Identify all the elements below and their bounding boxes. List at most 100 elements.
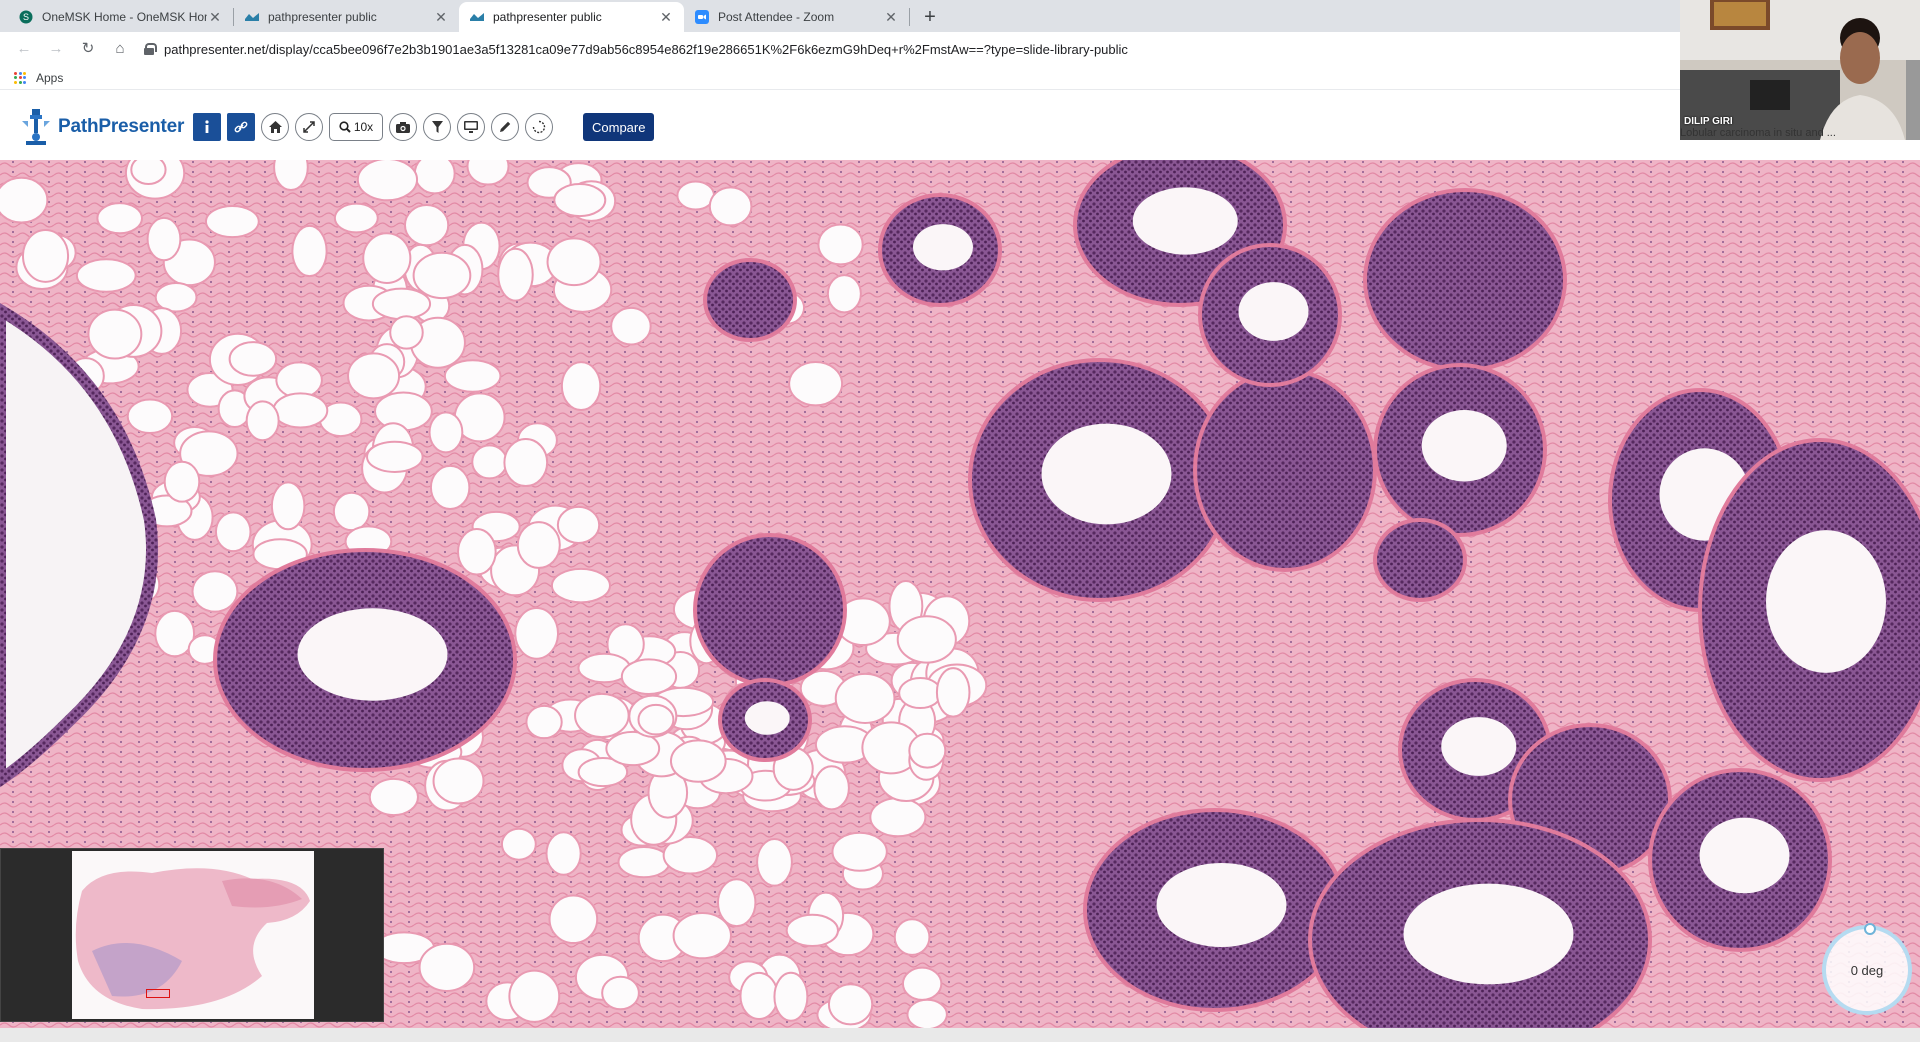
duct-lobule [1373, 363, 1547, 537]
annotate-button[interactable] [491, 113, 519, 141]
filter-button[interactable] [423, 113, 451, 141]
zoom-favicon-icon [694, 9, 710, 25]
duct-lobule [1648, 768, 1832, 952]
back-arrow-icon[interactable]: ← [10, 35, 38, 63]
fat-cell [347, 352, 401, 400]
fat-cell [126, 398, 174, 435]
fat-cell [146, 216, 182, 262]
browser-tab-zoom[interactable]: Post Attendee - Zoom ✕ [684, 2, 909, 32]
fat-cell [708, 186, 753, 227]
fat-cell [545, 831, 582, 876]
tab-divider [909, 8, 910, 26]
duct-lobule [1373, 518, 1467, 602]
filter-icon [431, 121, 443, 133]
address-bar[interactable]: pathpresenter.net/display/cca5bee096f7e2… [144, 36, 1680, 62]
fat-cell [617, 845, 671, 879]
fullscreen-icon [303, 121, 315, 133]
fat-cell [525, 704, 563, 740]
speaker-video[interactable]: DILIP GIRI Lobular carcinoma in situ and… [1680, 0, 1920, 140]
fat-cell [333, 202, 379, 234]
fat-cell [560, 361, 602, 412]
tab-title: pathpresenter public [493, 10, 602, 24]
fat-cell [869, 797, 927, 838]
home-view-button[interactable] [261, 113, 289, 141]
info-button[interactable] [193, 113, 221, 141]
fat-cell [574, 692, 630, 739]
fat-cell [228, 341, 278, 377]
fat-cell [898, 677, 943, 710]
fat-cell [270, 481, 306, 531]
rotation-control[interactable]: 0 deg [1822, 923, 1912, 1015]
browser-toolbar: ← → ↻ ⌂ pathpresenter.net/display/cca5be… [0, 32, 1680, 66]
fat-cell [403, 204, 450, 247]
bookmark-apps[interactable]: Apps [36, 71, 63, 85]
fat-cell [785, 913, 840, 947]
rotation-label: 0 deg [1850, 962, 1884, 978]
close-icon[interactable]: ✕ [658, 9, 674, 25]
browser-tab-onemsk[interactable]: S OneMSK Home - OneMSK Home ✕ [8, 2, 233, 32]
pathpresenter-favicon-icon [469, 9, 485, 25]
fat-cell [96, 202, 143, 235]
slide-thumbnail [72, 851, 314, 1019]
fat-cell [834, 672, 896, 724]
fat-cell [908, 732, 947, 769]
fat-cell [508, 969, 561, 1023]
present-button[interactable] [457, 113, 485, 141]
viewer-tools: 10x Compare [193, 113, 655, 141]
viewport-indicator[interactable] [146, 989, 170, 998]
browser-tab-pathpresenter-1[interactable]: pathpresenter public ✕ [234, 2, 459, 32]
pencil-icon [500, 121, 511, 132]
link-button[interactable] [227, 113, 255, 141]
fat-cell [827, 983, 874, 1026]
fat-cell [813, 765, 850, 811]
fat-cell [429, 464, 471, 511]
fat-cell [637, 703, 675, 736]
close-icon[interactable]: ✕ [883, 9, 899, 25]
fat-cell [191, 570, 239, 613]
rotate-button[interactable] [525, 113, 553, 141]
fat-cell [362, 232, 412, 284]
apps-grid-icon [14, 71, 26, 84]
fat-cell [901, 966, 943, 1001]
pathpresenter-toolbar: PathPresenter 10x Compare [0, 97, 1920, 159]
duct-lobule [703, 258, 797, 342]
duct-lobule [1363, 188, 1567, 372]
rotation-handle[interactable] [1864, 923, 1876, 935]
fat-cell [676, 180, 715, 211]
fat-cell [516, 521, 561, 569]
bookmarks-bar: Apps [0, 66, 1680, 90]
close-icon[interactable]: ✕ [207, 9, 223, 25]
new-tab-button[interactable]: + [916, 3, 944, 31]
pathpresenter-logo[interactable]: PathPresenter [18, 107, 184, 147]
snapshot-button[interactable] [389, 113, 417, 141]
fat-cell [788, 361, 844, 407]
fat-cell [831, 831, 888, 872]
zoom-level-button[interactable]: 10x [329, 113, 383, 141]
fat-cell [610, 306, 652, 346]
fat-cell [546, 237, 602, 287]
forward-arrow-icon[interactable]: → [42, 35, 70, 63]
fat-cell [457, 528, 497, 576]
fullscreen-button[interactable] [295, 113, 323, 141]
svg-text:S: S [23, 12, 29, 22]
fat-cell [896, 615, 957, 664]
zoom-icon [339, 121, 351, 133]
duct-lobule [1198, 243, 1342, 387]
fat-cell [87, 308, 143, 360]
zoom-level: 10x [353, 120, 374, 134]
compare-button[interactable]: Compare [583, 113, 655, 141]
reload-icon[interactable]: ↻ [74, 35, 102, 63]
close-icon[interactable]: ✕ [433, 9, 449, 25]
fat-cell [272, 392, 329, 429]
browser-tab-pathpresenter-2[interactable]: pathpresenter public ✕ [459, 2, 684, 32]
camera-icon [396, 121, 410, 133]
fat-cell [389, 315, 424, 350]
lock-icon [144, 43, 157, 55]
duct-lobule [968, 358, 1232, 602]
fat-cell [817, 223, 864, 266]
fat-cell [514, 607, 559, 660]
duct-lobule [1698, 438, 1920, 782]
home-icon[interactable]: ⌂ [106, 35, 134, 63]
fat-cell [739, 971, 779, 1021]
slide-overview-minimap[interactable] [0, 848, 384, 1022]
